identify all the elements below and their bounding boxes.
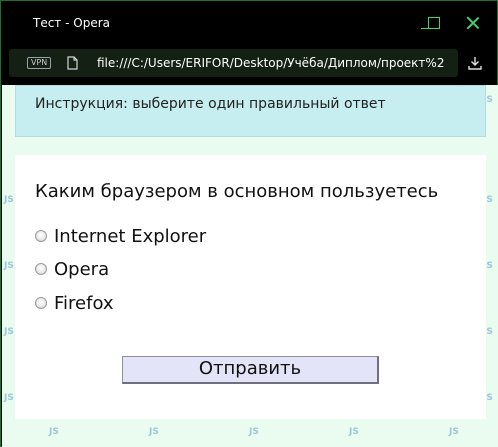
radio-button[interactable] [35, 230, 47, 242]
download-icon[interactable] [467, 55, 483, 71]
browser-window: Тест - Opera VPN file:///C:/Users/ERIFOR… [0, 0, 498, 447]
instruction-box: Инструкция: выберите один правильный отв… [15, 85, 486, 137]
js-watermark: JS [349, 427, 359, 437]
option-label: Firefox [54, 292, 114, 314]
js-watermark: JS [149, 427, 159, 437]
option-label: Opera [54, 258, 110, 280]
page-icon [67, 56, 78, 70]
close-icon[interactable] [466, 16, 480, 30]
js-watermark: JS [4, 327, 14, 337]
maximize-icon[interactable] [428, 17, 440, 29]
option-opera[interactable]: Opera [35, 258, 109, 280]
page-viewport: JS JS JS JS JS JS JS JS JS JS JS JS JS J… [2, 85, 498, 447]
js-watermark: JS [4, 393, 14, 403]
radio-button[interactable] [35, 263, 47, 275]
js-watermark: JS [49, 427, 59, 437]
instruction-text: Инструкция: выберите один правильный отв… [35, 96, 386, 112]
url-text[interactable]: file:///C:/Users/ERIFOR/Desktop/Учёба/Ди… [97, 56, 444, 70]
vpn-badge[interactable]: VPN [27, 57, 52, 69]
js-watermark: JS [249, 427, 259, 437]
option-internet-explorer[interactable]: Internet Explorer [35, 225, 206, 247]
option-firefox[interactable]: Firefox [35, 292, 114, 314]
js-watermark: JS [4, 195, 14, 205]
option-label: Internet Explorer [54, 225, 207, 247]
window-title: Тест - Opera [33, 16, 110, 30]
radio-button[interactable] [35, 297, 47, 309]
js-watermark: JS [449, 427, 459, 437]
question-text: Каким браузером в основном пользуетесь [35, 181, 439, 202]
js-watermark: JS [4, 261, 14, 271]
submit-button[interactable]: Отправить [122, 356, 379, 384]
question-card: Каким браузером в основном пользуетесь I… [15, 155, 486, 419]
